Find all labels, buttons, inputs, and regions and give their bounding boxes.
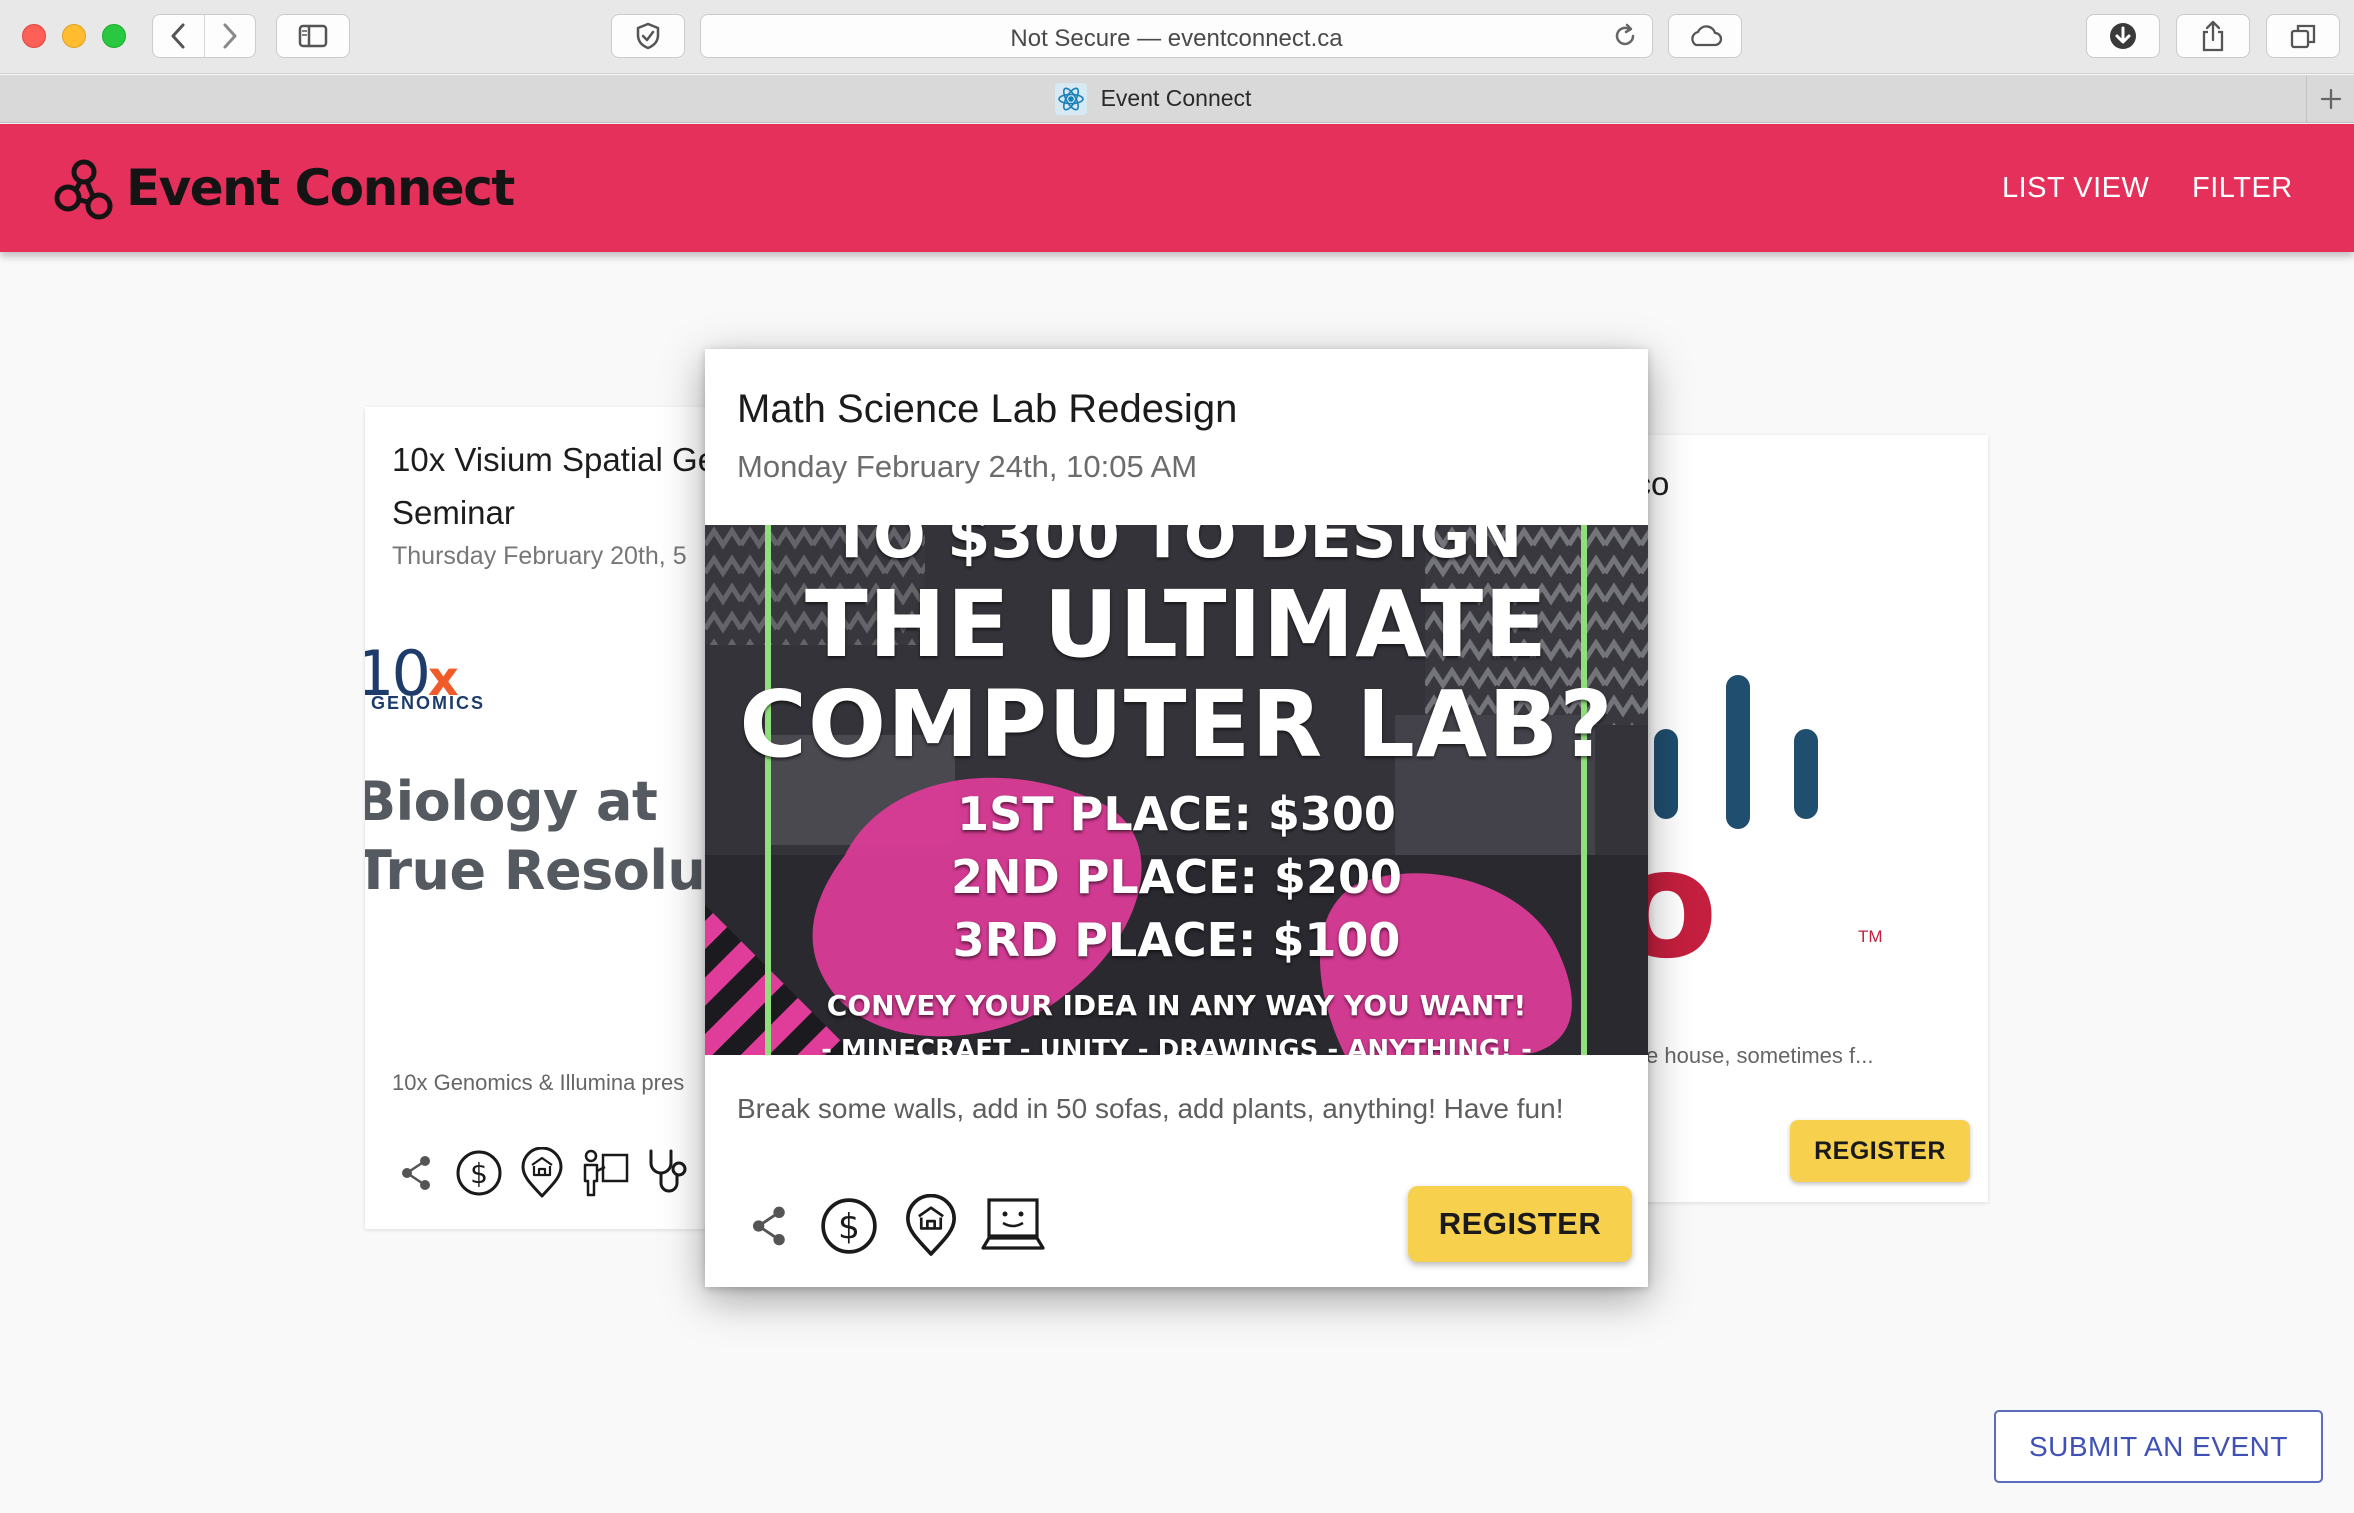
event-description: s on the house, sometimes f... (1600, 1043, 1874, 1068)
sidebar-icon (298, 24, 328, 48)
address-bar[interactable]: Not Secure — eventconnect.ca (700, 14, 1653, 58)
download-icon (2110, 23, 2136, 49)
event-date: Thursday February 20th, 5 (392, 542, 687, 570)
event-card-math-science-lab[interactable]: Math Science Lab Redesign Monday Februar… (705, 349, 1648, 1287)
image-headline: Biology at (365, 770, 658, 833)
tabs-overview-icon (2290, 24, 2316, 49)
event-connect-logo-icon (54, 159, 113, 220)
dollar-icon: $ (821, 1198, 877, 1254)
new-tab-button[interactable] (2306, 75, 2354, 122)
event-poster-image: TO $300 TO DESIGN THE ULTIMATE COMPUTER … (705, 525, 1648, 1055)
icloud-tabs-button[interactable] (1668, 14, 1742, 58)
event-description: 10x Genomics & Illumina pres (392, 1070, 685, 1095)
poster-prize: 2ND PLACE: $200 (951, 850, 1402, 904)
register-button[interactable]: REGISTER (1408, 1186, 1632, 1262)
register-button[interactable]: REGISTER (1790, 1120, 1970, 1182)
back-button[interactable] (153, 15, 204, 57)
plus-icon (2320, 88, 2341, 109)
campus-location-icon (521, 1147, 563, 1198)
poster-text: - MINECRAFT - UNITY - DRAWINGS - ANYTHIN… (821, 1035, 1532, 1055)
event-date: Monday February 24th, 10:05 AM (737, 449, 1198, 484)
list-view-link[interactable]: LIST VIEW (2002, 172, 2149, 205)
reload-icon[interactable] (1612, 23, 1638, 49)
presenter-icon (583, 1149, 629, 1197)
poster-prize: 1ST PLACE: $300 (957, 787, 1396, 841)
brand-logo[interactable]: Event Connect (50, 150, 515, 226)
svg-text:$: $ (838, 1207, 860, 1247)
event-description: Break some walls, add in 50 sofas, add p… (737, 1093, 1564, 1124)
poster-headline: THE ULTIMATE (805, 571, 1548, 678)
browser-toolbar: Not Secure — eventconnect.ca (0, 0, 2354, 74)
close-window-button[interactable] (22, 24, 46, 48)
minimize-window-button[interactable] (62, 24, 86, 48)
share-box-icon (2202, 20, 2224, 52)
trademark-mark: TM (1858, 927, 1883, 946)
filter-link[interactable]: FILTER (2192, 172, 2293, 205)
logo-subtext: GENOMICS (371, 693, 486, 713)
address-text: Not Secure — eventconnect.ca (1010, 25, 1343, 52)
poster-prize: 3RD PLACE: $100 (952, 913, 1401, 967)
computer-icon (981, 1198, 1045, 1250)
campus-location-icon (906, 1194, 956, 1256)
zoom-window-button[interactable] (102, 24, 126, 48)
forward-button[interactable] (203, 15, 255, 57)
tab-bar: Event Connect (0, 75, 2354, 123)
sidebar-toggle-button[interactable] (276, 14, 350, 58)
share-icon[interactable] (395, 1151, 439, 1195)
show-tabs-button[interactable] (2266, 14, 2340, 58)
share-icon[interactable] (745, 1201, 795, 1251)
chevron-left-icon (171, 23, 185, 49)
privacy-report-button[interactable] (611, 14, 685, 58)
react-favicon-icon (1054, 82, 1087, 115)
share-page-button[interactable] (2176, 14, 2250, 58)
cloud-icon (1691, 25, 1723, 47)
chevron-right-icon (223, 23, 237, 49)
submit-event-button[interactable]: SUBMIT AN EVENT (1994, 1410, 2323, 1483)
event-title: Math Science Lab Redesign (737, 387, 1238, 431)
poster-headline: COMPUTER LAB? (739, 671, 1614, 778)
dollar-icon: $ (456, 1150, 502, 1196)
poster-text: TO $300 TO DESIGN (830, 525, 1523, 572)
brand-name: Event Connect (126, 159, 515, 217)
page: Not Secure — eventconnect.ca Event Conne… (0, 0, 2354, 1513)
event-card-cisco[interactable]: ial @ Cisco co TM s on the house, someti… (1600, 435, 1988, 1202)
tab-event-connect[interactable]: Event Connect (0, 75, 2306, 122)
poster-text: CONVEY YOUR IDEA IN ANY WAY YOU WANT! (826, 989, 1527, 1022)
stethoscope-icon (649, 1149, 687, 1193)
history-nav (152, 14, 256, 58)
event-tags: $ (395, 1147, 691, 1199)
shield-icon (636, 22, 660, 50)
tab-title: Event Connect (1100, 85, 1252, 111)
app-header: Event Connect LIST VIEW FILTER (0, 124, 2354, 252)
svg-text:$: $ (470, 1157, 488, 1190)
downloads-button[interactable] (2086, 14, 2160, 58)
event-tags: $ (745, 1194, 1045, 1258)
